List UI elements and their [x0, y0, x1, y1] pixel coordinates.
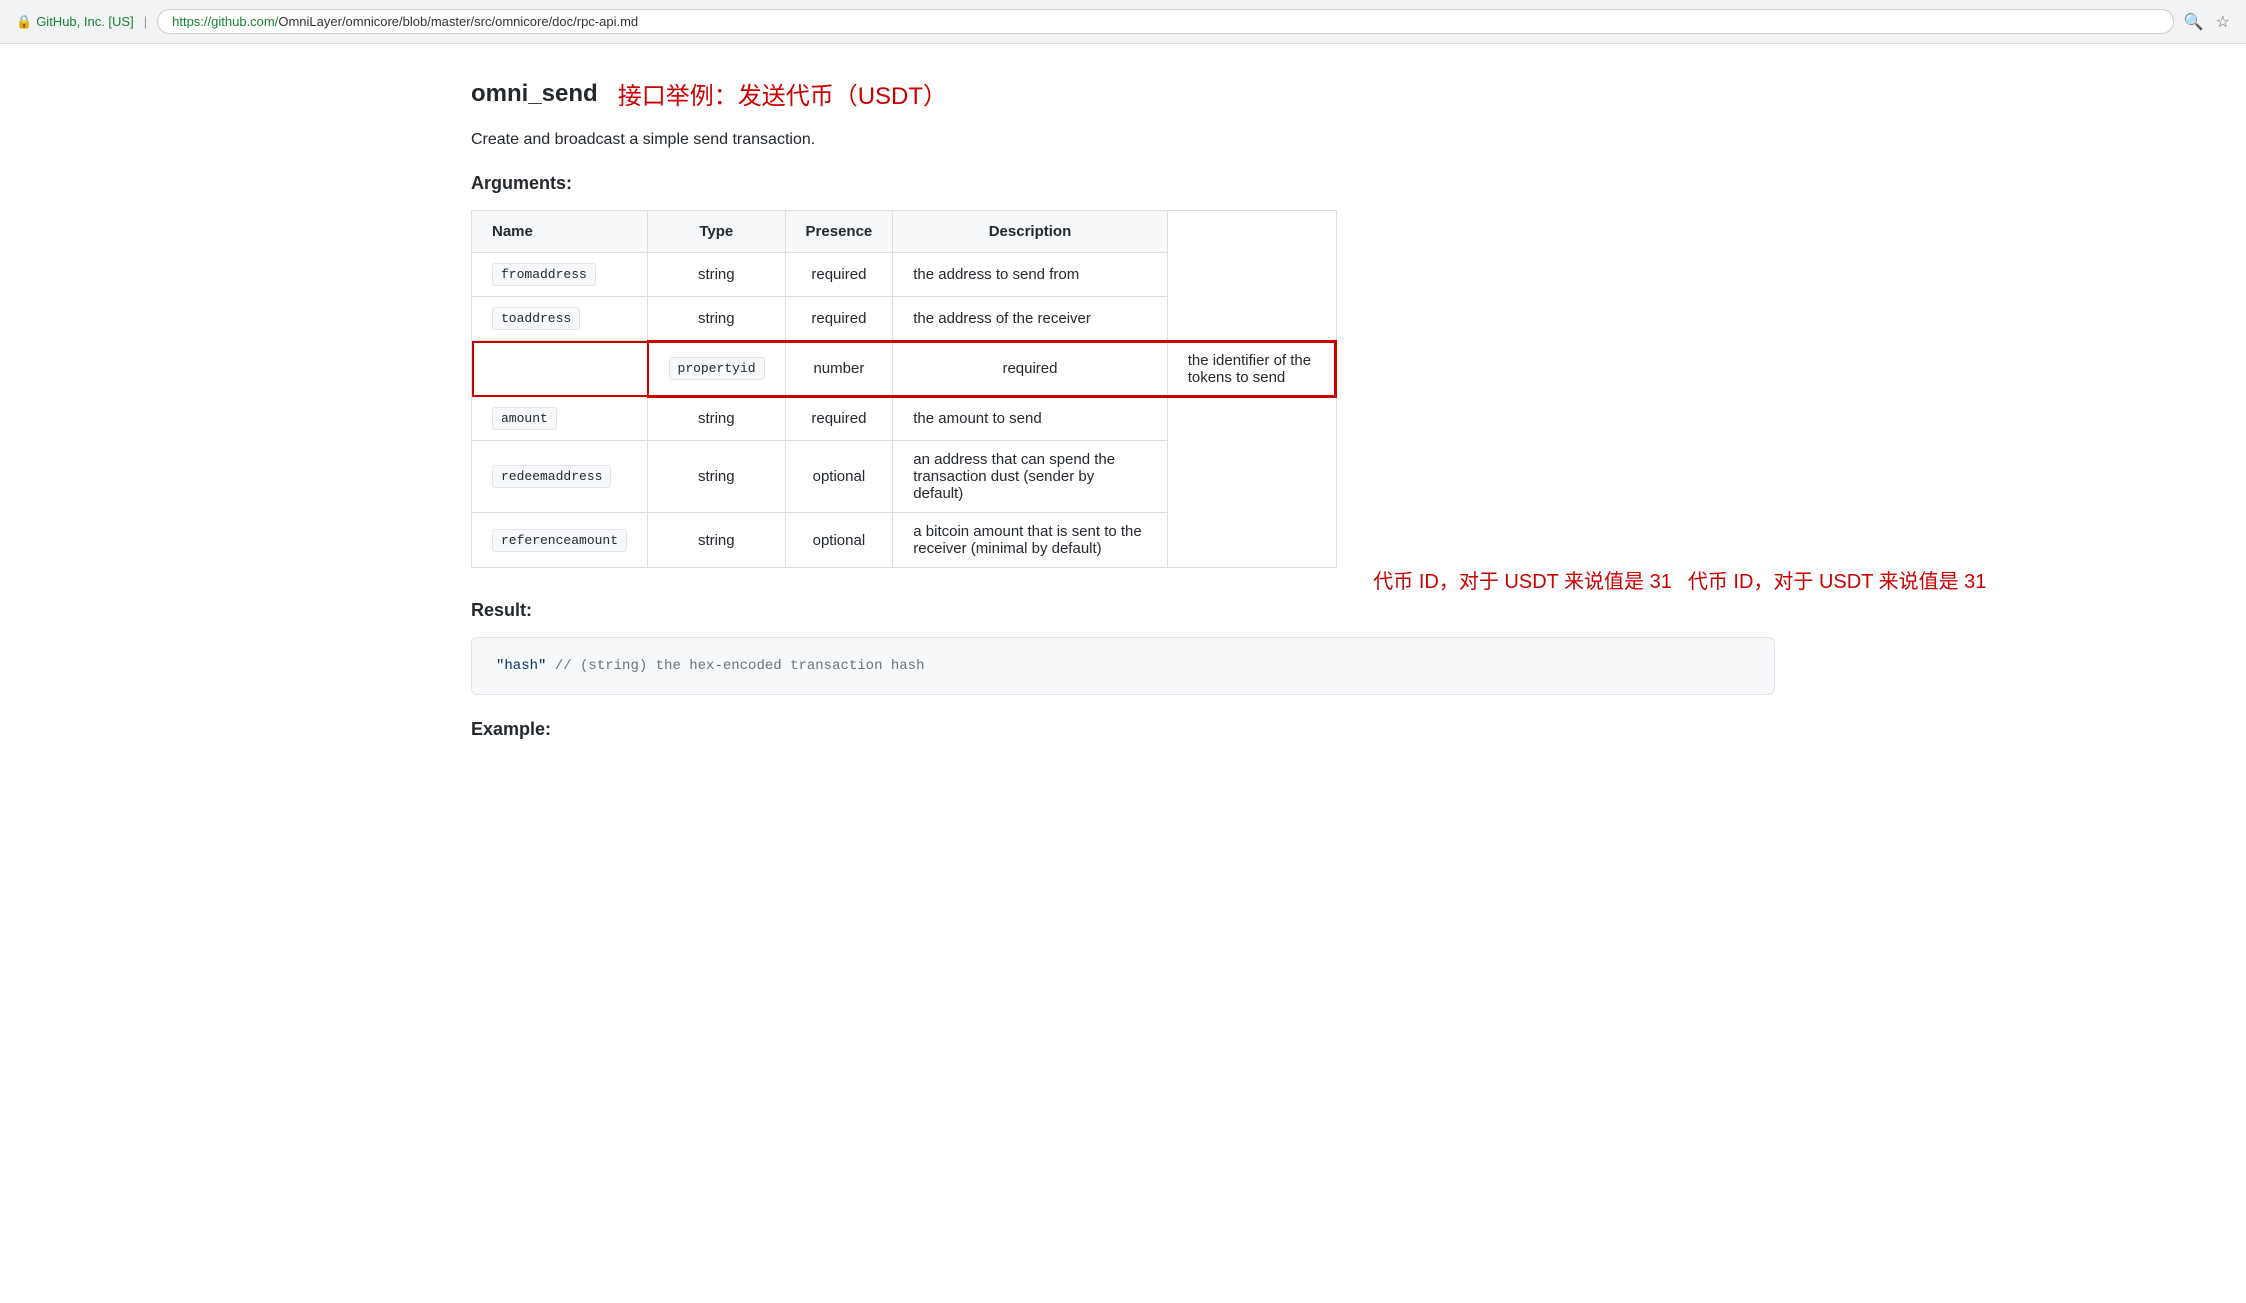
browser-chrome: 🔒 GitHub, Inc. [US] | https://github.com…	[0, 0, 2246, 44]
result-code-block: "hash" // (string) the hex-encoded trans…	[471, 637, 1775, 695]
browser-icons: 🔍 ☆	[2184, 12, 2230, 32]
param-name: redeemaddress	[492, 465, 611, 488]
param-type: string	[648, 441, 786, 513]
url-green-part: https://github.com/	[172, 14, 278, 29]
param-description: the identifier of the tokens to send	[1167, 341, 1336, 397]
table-row: referenceamount stringoptionala bitcoin a…	[472, 513, 1337, 568]
param-type: string	[648, 253, 786, 297]
table-row: fromaddress stringrequiredthe address to …	[472, 253, 1337, 297]
col-header-presence: Presence	[785, 211, 893, 253]
param-type: number	[785, 341, 893, 397]
param-presence: required	[893, 341, 1167, 397]
param-name: propertyid	[669, 357, 765, 380]
example-title: Example:	[471, 719, 1775, 740]
api-subtitle: 接口举例：发送代币（USDT）	[618, 76, 947, 111]
arguments-table: Name Type Presence Description fromaddre…	[471, 210, 1337, 568]
param-name: toaddress	[492, 307, 580, 330]
security-org: GitHub, Inc. [US]	[36, 14, 134, 29]
url-bar[interactable]: https://github.com/ OmniLayer/omnicore/b…	[157, 9, 2174, 34]
param-description: a bitcoin amount that is sent to the rec…	[893, 513, 1167, 568]
arguments-title: Arguments:	[471, 173, 1775, 194]
page-header: omni_send 接口举例：发送代币（USDT）	[471, 76, 1775, 111]
table-row: propertyid numberrequiredthe identifier o…	[472, 341, 1337, 397]
table-header-row: Name Type Presence Description	[472, 211, 1337, 253]
param-description: the amount to send	[893, 397, 1167, 441]
page-description: Create and broadcast a simple send trans…	[471, 131, 1775, 149]
param-type: string	[648, 513, 786, 568]
param-description: an address that can spend the transactio…	[893, 441, 1167, 513]
col-header-type: Type	[648, 211, 786, 253]
table-row: amount stringrequiredthe amount to send	[472, 397, 1337, 441]
result-title: Result:	[471, 600, 1775, 621]
propertyid-annotation: 代币 ID，对于 USDT 来说值是 31	[1688, 565, 1987, 594]
param-type: string	[648, 397, 786, 441]
api-name: omni_send	[471, 80, 598, 108]
bookmark-icon[interactable]: ☆	[2216, 12, 2230, 32]
result-section: Result: "hash" // (string) the hex-encod…	[471, 600, 1775, 695]
table-row: redeemaddress stringoptionalan address th…	[472, 441, 1337, 513]
propertyid-annotation: 代币 ID，对于 USDT 来说值是 31	[1373, 565, 1672, 594]
table-row: toaddress stringrequiredthe address of th…	[472, 297, 1337, 341]
param-presence: required	[785, 297, 893, 341]
param-name: referenceamount	[492, 529, 627, 552]
col-header-name: Name	[472, 211, 648, 253]
param-presence: required	[785, 397, 893, 441]
security-badge: 🔒 GitHub, Inc. [US]	[16, 14, 134, 30]
param-name: fromaddress	[492, 263, 596, 286]
param-type: string	[648, 297, 786, 341]
page-content: omni_send 接口举例：发送代币（USDT） Create and bro…	[423, 44, 1823, 788]
lock-icon: 🔒	[16, 14, 32, 30]
search-icon[interactable]: 🔍	[2184, 12, 2204, 32]
result-code: "hash" // (string) the hex-encoded trans…	[496, 658, 925, 674]
col-header-description: Description	[893, 211, 1167, 253]
param-presence: required	[785, 253, 893, 297]
url-rest-part: OmniLayer/omnicore/blob/master/src/omnic…	[278, 14, 638, 29]
param-presence: optional	[785, 441, 893, 513]
param-name: amount	[492, 407, 557, 430]
url-separator: |	[144, 14, 147, 29]
param-description: the address to send from	[893, 253, 1167, 297]
param-description: the address of the receiver	[893, 297, 1167, 341]
param-presence: optional	[785, 513, 893, 568]
